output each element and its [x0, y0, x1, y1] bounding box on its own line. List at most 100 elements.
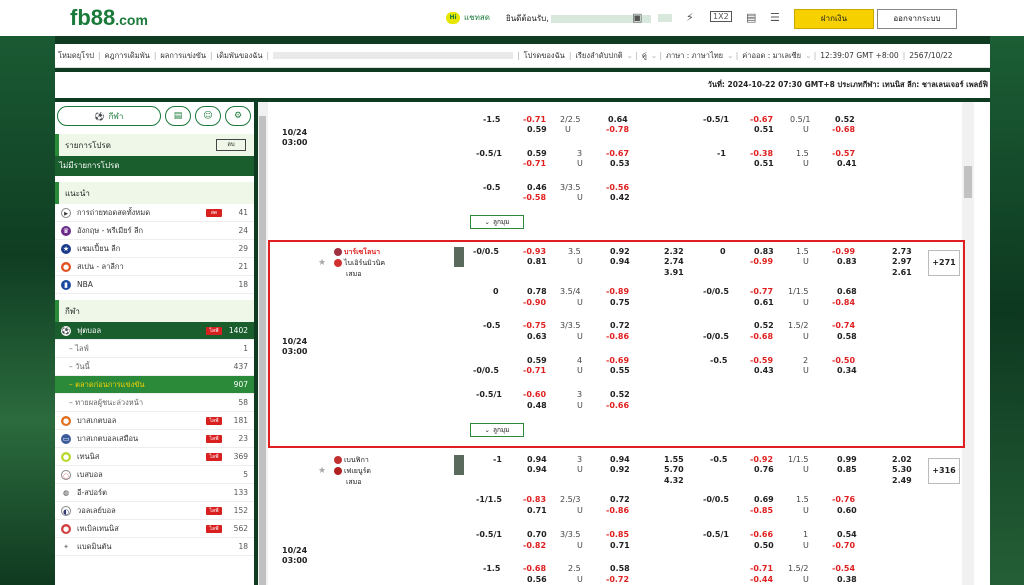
odds-cell[interactable]: 0.63 — [527, 332, 547, 341]
sport-item-esports[interactable]: ◍ อี-สปอร์ต 133 — [55, 484, 254, 502]
right-scrollbar[interactable] — [962, 102, 974, 585]
odds-cell[interactable]: 0 — [493, 287, 499, 296]
odds-cell[interactable]: 0.51 — [754, 159, 774, 168]
odds-cell[interactable]: -0.72 — [606, 575, 629, 584]
odds-cell[interactable]: -0.5/1 — [703, 115, 729, 124]
odds-cell[interactable]: -0.57 — [832, 149, 855, 158]
odds-cell[interactable]: 0.94 — [527, 465, 547, 474]
odds-cell[interactable]: -0.44 — [750, 575, 773, 584]
live-chat-link[interactable]: Hi แชทสด — [446, 11, 490, 24]
more-bets-button[interactable]: +271 — [928, 250, 960, 276]
odds-cell[interactable]: 0.64 — [608, 115, 628, 124]
odds-cell[interactable]: 2.61 — [892, 268, 912, 277]
odds-cell[interactable]: -0.5 — [710, 356, 728, 365]
odds-cell[interactable]: 0.72 — [610, 495, 630, 504]
odds-cell[interactable]: -0.93 — [523, 247, 546, 256]
odds-cell[interactable]: -0/0.5 — [703, 332, 729, 341]
odds-cell[interactable]: -0.68 — [832, 125, 855, 134]
logout-button[interactable]: ออกจากระบบ — [877, 9, 957, 29]
list-icon[interactable]: ☰ — [770, 11, 780, 24]
odds-cell[interactable]: -0.67 — [606, 149, 629, 158]
odds-cell[interactable]: -0.5 — [483, 183, 501, 192]
odds-cell[interactable]: 0.42 — [610, 193, 630, 202]
odds-cell[interactable]: -0.77 — [750, 287, 773, 296]
odds-cell[interactable]: -1.5 — [483, 115, 501, 124]
odds-cell[interactable]: -0.50 — [832, 356, 855, 365]
odds-cell[interactable]: 0.71 — [610, 541, 630, 550]
odds-cell[interactable]: -0.60 — [523, 390, 546, 399]
sub-item-live[interactable]: – ไลฟ์ 1 — [55, 340, 254, 358]
odds-cell[interactable]: -0.38 — [750, 149, 773, 158]
odds-cell[interactable]: -0.68 — [750, 332, 773, 341]
odds-cell[interactable]: 4.32 — [664, 476, 684, 485]
odds-cell[interactable]: 1.55 — [664, 455, 684, 464]
odds-cell[interactable]: -0/0.5 — [473, 366, 499, 375]
odds-cell[interactable]: 2.73 — [892, 247, 912, 256]
odds-cell[interactable]: -0.82 — [523, 541, 546, 550]
rec-item-premier-league[interactable]: ♛ อังกฤษ - พรีเมียร์ ลีก 24 — [55, 222, 254, 240]
odds-cell[interactable]: -0.92 — [750, 455, 773, 464]
sport-item-table-tennis[interactable]: ● เทเบิลเทนนิส ไลฟ์ 562 — [55, 520, 254, 538]
odds-cell[interactable]: -0.5/1 — [476, 530, 502, 539]
odds-cell[interactable]: 0.99 — [837, 455, 857, 464]
odds-cell[interactable]: 0.56 — [527, 575, 547, 584]
odds-cell[interactable]: -0.5 — [710, 455, 728, 464]
menu-european-mode[interactable]: โหมดยุโรป — [58, 50, 94, 62]
left-scrollbar[interactable] — [258, 102, 268, 585]
odds-cell[interactable]: -0.70 — [832, 541, 855, 550]
odds-cell[interactable]: -0.83 — [523, 495, 546, 504]
lightning-icon[interactable]: ⚡ — [686, 11, 694, 24]
odds-cell[interactable]: -0.66 — [606, 401, 629, 410]
odds-cell[interactable]: -0.90 — [523, 298, 546, 307]
odds-cell[interactable]: -0.75 — [523, 321, 546, 330]
odds-cell[interactable]: -0.66 — [750, 530, 773, 539]
odds-cell[interactable]: -0.68 — [523, 564, 546, 573]
odds-cell[interactable]: 0.48 — [527, 401, 547, 410]
odds-cell[interactable]: 0.60 — [837, 506, 857, 515]
odds-cell[interactable]: -0.86 — [606, 332, 629, 341]
odds-cell[interactable]: -0.67 — [750, 115, 773, 124]
odds-cell[interactable]: -0.89 — [606, 287, 629, 296]
odds-cell[interactable]: 5.70 — [664, 465, 684, 474]
odds-cell[interactable]: -0.5/1 — [476, 390, 502, 399]
odds-cell[interactable]: -0.59 — [750, 356, 773, 365]
odds-cell[interactable]: -0.69 — [606, 356, 629, 365]
sport-item-baseball[interactable]: ◌ เบสบอล 5 — [55, 466, 254, 484]
odds-cell[interactable]: 0.58 — [610, 564, 630, 573]
sports-tab-button[interactable]: ⚽ กีฬา — [57, 106, 161, 126]
menu-odds-format[interactable]: ค่าออด : มาเลเซีย — [742, 50, 801, 62]
wallet-icon[interactable]: ▣ — [632, 11, 642, 24]
menu-my-favorites[interactable]: โปรดของฉัน — [524, 50, 565, 62]
odds-cell[interactable]: -0.85 — [750, 506, 773, 515]
menu-language[interactable]: ภาษา : ภาษาไทย — [666, 50, 723, 62]
odds-cell[interactable]: -1 — [717, 149, 726, 158]
deposit-button[interactable]: ฝากเงิน — [794, 9, 874, 29]
odds-cell[interactable]: 0.68 — [837, 287, 857, 296]
odds-cell[interactable]: -0/0.5 — [473, 247, 499, 256]
odds-cell[interactable]: 0.34 — [837, 366, 857, 375]
odds-cell[interactable]: -0.71 — [750, 564, 773, 573]
sport-item-basketball[interactable]: ● บาสเกตบอล ไลฟ์ 181 — [55, 412, 254, 430]
odds-cell[interactable]: 2.49 — [892, 476, 912, 485]
menu-betting-rules[interactable]: คฎการเดิมพัน — [105, 50, 150, 62]
odds-cell[interactable]: -0.5/1 — [703, 530, 729, 539]
odds-cell[interactable]: -0.99 — [750, 257, 773, 266]
odds-cell[interactable]: -0.71 — [523, 115, 546, 124]
odds-cell[interactable]: 0.59 — [527, 125, 547, 134]
menu-results[interactable]: ผลการแข่งขัน — [160, 50, 206, 62]
scrollbar-thumb[interactable] — [259, 116, 266, 585]
odds-cell[interactable]: 0.52 — [835, 115, 855, 124]
odds-cell[interactable]: 0.55 — [610, 366, 630, 375]
odds-cell[interactable]: 0.58 — [837, 332, 857, 341]
odds-cell[interactable]: 0.38 — [837, 575, 857, 584]
odds-cell[interactable]: -0.58 — [523, 193, 546, 202]
odds-cell[interactable]: -1.5 — [483, 564, 501, 573]
odds-cell[interactable]: 0.85 — [837, 465, 857, 474]
odds-cell[interactable]: 0.83 — [837, 257, 857, 266]
odds-cell[interactable]: -0.71 — [523, 159, 546, 168]
more-bets-button[interactable]: +316 — [928, 458, 960, 484]
odds-cell[interactable]: 2.97 — [892, 257, 912, 266]
odds-cell[interactable]: 0.92 — [610, 247, 630, 256]
notification-icon[interactable]: ▤ — [746, 11, 756, 24]
odds-cell[interactable]: 2.32 — [664, 247, 684, 256]
